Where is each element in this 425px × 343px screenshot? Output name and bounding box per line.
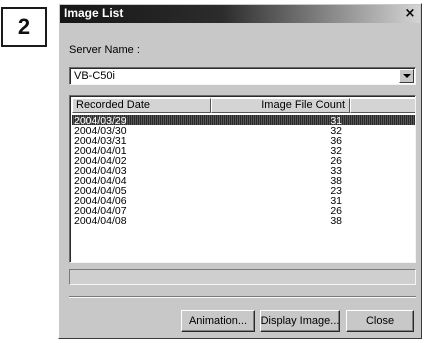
column-header-filler — [350, 98, 415, 113]
column-header-recorded-date[interactable]: Recorded Date — [72, 98, 211, 113]
table-row[interactable]: 2004/03/30 32 — [72, 125, 415, 137]
server-name-dropdown[interactable]: VB-C50i — [69, 67, 416, 85]
table-row[interactable]: 2004/04/05 23 — [72, 185, 415, 197]
column-header-image-file-count[interactable]: Image File Count — [211, 98, 350, 113]
window-title: Image List — [64, 6, 124, 20]
animation-button[interactable]: Animation... — [181, 310, 255, 332]
step-number-badge: 2 — [1, 7, 47, 47]
image-file-count-cell: 38 — [330, 215, 342, 227]
table-row[interactable]: 2004/04/01 32 — [72, 145, 415, 157]
table-row[interactable]: 2004/04/02 26 — [72, 155, 415, 167]
recorded-date-cell: 2004/04/08 — [74, 215, 127, 227]
image-list-dialog: Image List × Server Name : VB-C50i Recor… — [58, 3, 422, 339]
status-bar — [69, 269, 416, 285]
close-icon[interactable]: × — [402, 6, 418, 21]
table-row[interactable]: 2004/03/29 31 — [72, 115, 415, 127]
table-row[interactable]: 2004/04/04 38 — [72, 175, 415, 187]
list-rows: 2004/03/29 31 2004/03/30 32 2004/03/31 36 2004… — [72, 115, 415, 227]
table-row[interactable]: 2004/04/08 38 — [72, 215, 415, 227]
recorded-date-list[interactable]: Recorded Date Image File Count 2004/03/2… — [69, 95, 416, 263]
list-header: Recorded Date Image File Count — [72, 98, 415, 113]
table-row[interactable]: 2004/04/07 26 — [72, 205, 415, 217]
close-button[interactable]: Close — [346, 310, 414, 332]
table-row[interactable]: 2004/03/31 36 — [72, 135, 415, 147]
server-name-label: Server Name : — [69, 44, 140, 56]
server-name-value: VB-C50i — [74, 70, 115, 82]
separator — [69, 296, 416, 298]
table-row[interactable]: 2004/04/03 33 — [72, 165, 415, 177]
display-image-button[interactable]: Display Image... — [260, 310, 340, 332]
chevron-down-icon[interactable] — [399, 69, 414, 83]
table-row[interactable]: 2004/04/06 31 — [72, 195, 415, 207]
title-bar: Image List × — [60, 5, 420, 23]
